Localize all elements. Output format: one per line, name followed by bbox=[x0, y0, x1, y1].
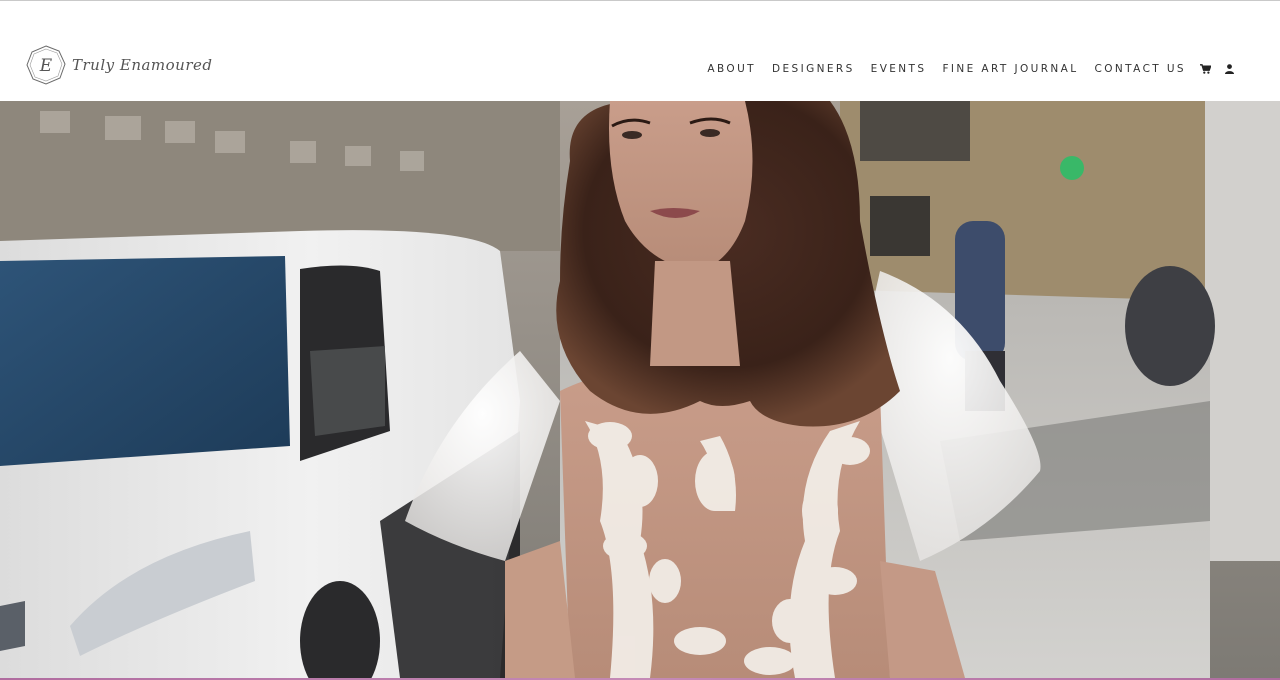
logo-monogram-icon: E bbox=[26, 45, 66, 85]
nav-designers[interactable]: DESIGNERS bbox=[772, 63, 855, 75]
main-nav: ABOUT DESIGNERS EVENTS FINE ART JOURNAL … bbox=[691, 61, 1234, 77]
nav-contact-us[interactable]: CONTACT US bbox=[1095, 63, 1186, 75]
user-icon[interactable] bbox=[1225, 64, 1234, 74]
nav-events[interactable]: EVENTS bbox=[871, 63, 927, 75]
brand-name: Truly Enamoured bbox=[72, 56, 213, 74]
nav-fine-art-journal[interactable]: FINE ART JOURNAL bbox=[942, 63, 1078, 75]
site-header: E Truly Enamoured ABOUT DESIGNERS EVENTS… bbox=[0, 1, 1280, 101]
hero-video[interactable] bbox=[0, 101, 1280, 678]
hero-image bbox=[0, 101, 1280, 678]
svg-text:E: E bbox=[39, 56, 53, 76]
cart-icon[interactable] bbox=[1200, 64, 1211, 74]
site-logo[interactable]: E Truly Enamoured bbox=[26, 45, 226, 85]
nav-about[interactable]: ABOUT bbox=[707, 63, 756, 75]
